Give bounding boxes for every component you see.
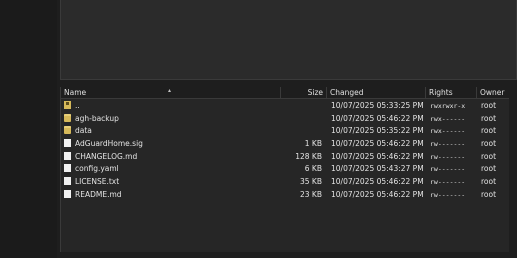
- file-changed: 10/07/2025 05:33:25 PM: [331, 101, 424, 110]
- column-header-size[interactable]: Size: [281, 87, 327, 99]
- file-size: 23 KB: [300, 189, 322, 199]
- column-header-name-label: Name: [64, 88, 87, 97]
- folder-icon: [64, 126, 71, 135]
- file-row-changelog[interactable]: CHANGELOG.md 128 KB 10/07/2025 05:46:22 …: [61, 151, 517, 164]
- column-header-name[interactable]: Name ▴: [61, 87, 281, 99]
- bottom-strip: [60, 252, 517, 258]
- file-size: [281, 125, 322, 138]
- file-owner: root: [481, 177, 497, 187]
- file-name-cell: LICENSE.txt: [64, 176, 119, 189]
- file-rows: .. 10/07/2025 05:33:25 PM rwxrwxr-x root…: [61, 100, 517, 202]
- file-changed: 10/07/2025 05:46:22 PM: [331, 151, 424, 161]
- folder-icon: [64, 113, 71, 122]
- file-icon: [64, 177, 71, 186]
- file-name-cell: agh-backup: [64, 113, 119, 126]
- column-header: Name ▴ Size Changed Rights Owner: [61, 87, 517, 99]
- file-name: ..: [75, 101, 80, 110]
- file-rights: rwxrwxr-x: [430, 102, 466, 110]
- file-row-agh-backup[interactable]: agh-backup 10/07/2025 05:46:22 PM rwx---…: [61, 113, 517, 126]
- file-changed: 10/07/2025 05:46:22 PM: [331, 113, 424, 123]
- file-owner: root: [481, 113, 497, 123]
- file-row-adguardhome-sig[interactable]: AdGuardHome.sig 1 KB 10/07/2025 05:46:22…: [61, 138, 517, 151]
- file-size: 128 KB: [295, 151, 322, 161]
- file-name: agh-backup: [75, 113, 119, 123]
- file-size: [281, 113, 322, 126]
- sort-ascending-icon: ▴: [168, 87, 172, 94]
- file-icon: [64, 151, 71, 160]
- file-size: 6 KB: [304, 164, 322, 174]
- file-name-cell: README.md: [64, 189, 122, 202]
- file-rights: rw-------: [430, 140, 466, 149]
- file-size: 35 KB: [300, 177, 322, 187]
- file-name-cell: data: [64, 125, 92, 138]
- column-header-rights[interactable]: Rights: [426, 87, 477, 99]
- left-frame: [0, 84, 57, 258]
- file-name: config.yaml: [75, 164, 119, 174]
- file-owner: root: [481, 126, 497, 136]
- file-name: AdGuardHome.sig: [75, 139, 143, 149]
- vertical-scrollbar[interactable]: [509, 87, 517, 258]
- panel-splitter[interactable]: [60, 80, 517, 86]
- column-header-owner-label: Owner: [480, 88, 505, 97]
- file-icon: [64, 189, 71, 198]
- file-row-data[interactable]: data 10/07/2025 05:35:22 PM rwx------ ro…: [61, 125, 517, 138]
- file-changed: 10/07/2025 05:46:22 PM: [331, 139, 424, 149]
- file-owner: root: [481, 189, 497, 199]
- file-changed: 10/07/2025 05:46:22 PM: [331, 177, 424, 187]
- parent-dir-icon: [64, 101, 71, 109]
- file-name: data: [75, 126, 92, 136]
- file-rights: rwx------: [430, 127, 466, 136]
- upper-panel: [60, 0, 517, 80]
- file-owner: root: [481, 151, 497, 161]
- file-rights: rw-------: [430, 165, 466, 174]
- file-icon: [64, 139, 71, 148]
- file-row-readme[interactable]: README.md 23 KB 10/07/2025 05:46:22 PM r…: [61, 189, 517, 202]
- column-header-changed[interactable]: Changed: [327, 87, 426, 99]
- file-name: LICENSE.txt: [75, 177, 120, 187]
- file-changed: 10/07/2025 05:43:27 PM: [331, 164, 424, 174]
- file-changed: 10/07/2025 05:46:22 PM: [331, 189, 424, 199]
- file-icon: [64, 164, 71, 173]
- file-rights: rwx------: [430, 114, 466, 123]
- column-header-rights-label: Rights: [429, 88, 453, 97]
- file-name: CHANGELOG.md: [75, 151, 138, 161]
- file-name-cell: CHANGELOG.md: [64, 151, 137, 164]
- column-header-size-label: Size: [307, 88, 323, 97]
- file-row-license[interactable]: LICENSE.txt 35 KB 10/07/2025 05:46:22 PM…: [61, 176, 517, 189]
- file-owner: root: [481, 101, 497, 110]
- file-size: [281, 100, 322, 113]
- file-size: 1 KB: [304, 139, 322, 149]
- file-rights: rw-------: [430, 190, 466, 199]
- file-name-cell: config.yaml: [64, 163, 119, 176]
- file-row-parent[interactable]: .. 10/07/2025 05:33:25 PM rwxrwxr-x root: [61, 100, 517, 113]
- remote-file-list[interactable]: Name ▴ Size Changed Rights Owner .. 10/0…: [60, 87, 517, 258]
- left-frame-top: [0, 0, 57, 84]
- file-owner: root: [481, 164, 497, 174]
- top-area: [0, 0, 517, 84]
- file-rights: rw-------: [430, 178, 466, 187]
- file-rights: rw-------: [430, 152, 466, 161]
- file-row-config-yaml[interactable]: config.yaml 6 KB 10/07/2025 05:43:27 PM …: [61, 163, 517, 176]
- file-owner: root: [481, 139, 497, 149]
- file-name: README.md: [75, 189, 122, 199]
- file-name-cell: AdGuardHome.sig: [64, 138, 143, 151]
- file-changed: 10/07/2025 05:35:22 PM: [331, 126, 424, 136]
- file-name-cell: ..: [64, 100, 80, 113]
- column-header-changed-label: Changed: [330, 88, 364, 97]
